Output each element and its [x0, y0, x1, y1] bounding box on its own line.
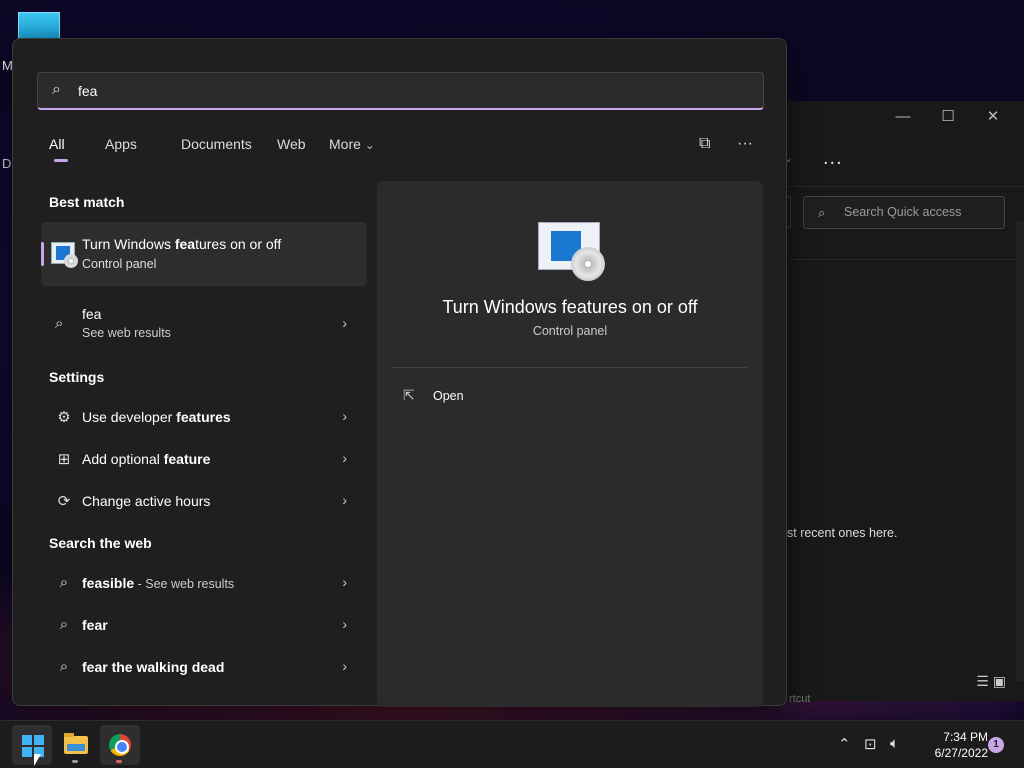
clock[interactable]: 7:34 PM 6/27/2022	[912, 729, 988, 761]
control-panel-icon	[51, 242, 78, 268]
tab-documents[interactable]: Documents	[181, 136, 252, 152]
clock-date: 6/27/2022	[934, 746, 988, 760]
start-button[interactable]	[12, 725, 52, 765]
open-label: Open	[433, 389, 464, 403]
settings-heading: Settings	[49, 369, 105, 385]
see-more-button[interactable]: ...	[823, 147, 843, 170]
developer-icon: ⚙	[57, 409, 71, 426]
running-indicator	[116, 760, 122, 763]
desktop-icon[interactable]	[18, 12, 60, 40]
chevron-right-icon: ›	[342, 315, 347, 331]
chrome-taskbar-button[interactable]	[100, 725, 140, 765]
mouse-cursor-icon	[34, 754, 41, 766]
search-placeholder: Search Quick access	[844, 205, 962, 219]
search-icon: ⌕	[55, 315, 64, 332]
refresh-icon: ⟳	[57, 493, 71, 510]
clock-time: 7:34 PM	[943, 730, 988, 744]
search-web-heading: Search the web	[49, 535, 152, 551]
chevron-up-icon[interactable]: ⌃	[838, 735, 851, 753]
notification-badge[interactable]: 1	[988, 737, 1004, 753]
active-tab-indicator	[54, 159, 68, 162]
setting-item-developer-features[interactable]: ⚙ Use developer features ›	[41, 396, 367, 438]
preview-pane: Turn Windows features on or off Control …	[377, 181, 763, 707]
chevron-right-icon: ›	[342, 574, 347, 590]
chevron-right-icon: ›	[342, 450, 347, 466]
setting-label: Add optional feature	[82, 451, 211, 467]
folder-icon	[64, 733, 88, 754]
preview-subtitle: Control panel	[532, 324, 608, 338]
web-suggestion-fear-the-walking-dead[interactable]: ⌕ fear the walking dead ›	[41, 646, 367, 688]
volume-icon[interactable]: 🔈︎	[890, 735, 899, 752]
selection-indicator	[41, 242, 44, 266]
chevron-right-icon: ›	[342, 408, 347, 424]
best-match-title: Turn Windows features on or off	[82, 236, 282, 252]
setting-label: Use developer features	[82, 409, 231, 425]
search-panel: ⌕ All Apps Documents Web More ⌄ ⧉ ··· Be…	[12, 38, 787, 707]
taskbar: ⌃ ⊡ 🔈︎ 7:34 PM 6/27/2022 1	[0, 720, 1024, 768]
search-box[interactable]: ⌕	[37, 72, 764, 110]
best-match-result[interactable]: Turn Windows features on or off Control …	[41, 222, 367, 286]
chevron-right-icon: ›	[342, 658, 347, 674]
view-toggle-icons[interactable]: ☰▣	[976, 673, 1010, 690]
setting-item-active-hours[interactable]: ⟳ Change active hours ›	[41, 480, 367, 522]
suggestion-label: fear the walking dead	[82, 659, 225, 675]
search-icon: ⌕	[818, 205, 826, 220]
file-explorer-taskbar-button[interactable]	[56, 725, 96, 765]
suggestion-label: feasible - See web results	[82, 575, 235, 591]
share-icon[interactable]: ⧉	[699, 135, 710, 153]
control-panel-large-icon	[538, 222, 605, 281]
divider	[393, 367, 747, 368]
maximize-button[interactable]: ☐	[938, 107, 958, 127]
tab-more-label: More	[329, 136, 361, 152]
tab-apps[interactable]: Apps	[105, 136, 137, 152]
chevron-right-icon: ›	[342, 492, 347, 508]
shortcut-label: rtcut	[789, 693, 811, 705]
search-icon: ⌕	[59, 574, 69, 591]
web-suggestion-feasible[interactable]: ⌕ feasible - See web results ›	[41, 562, 367, 604]
close-button[interactable]: ✕	[983, 107, 1003, 127]
chrome-icon	[109, 734, 131, 756]
quick-access-search-input[interactable]: ⌕ Search Quick access	[803, 196, 1005, 229]
web-result-title: fea	[82, 306, 102, 322]
tab-more[interactable]: More ⌄	[329, 136, 375, 152]
minimize-button[interactable]: —	[893, 107, 913, 127]
running-indicator	[72, 760, 78, 763]
web-suggestion-fear[interactable]: ⌕ fear ›	[41, 604, 367, 646]
best-match-heading: Best match	[49, 194, 125, 210]
open-external-icon: ⇱	[403, 387, 415, 403]
tab-web[interactable]: Web	[277, 136, 306, 152]
search-icon: ⌕	[52, 81, 61, 98]
suggestion-label: fear	[82, 617, 108, 633]
preview-title: Turn Windows features on or off	[442, 297, 698, 317]
setting-item-optional-feature[interactable]: ⊞ Add optional feature ›	[41, 438, 367, 480]
search-icon: ⌕	[59, 616, 69, 633]
best-match-subtitle: Control panel	[82, 257, 157, 271]
divider	[789, 259, 1024, 260]
add-icon: ⊞	[57, 451, 71, 468]
web-result-fea[interactable]: ⌕ fea See web results ›	[41, 301, 367, 345]
recent-files-message: st recent ones here.	[787, 526, 898, 540]
web-result-subtitle: See web results	[82, 326, 171, 340]
options-icon[interactable]: ···	[737, 135, 753, 153]
explorer-scroll-strip	[1016, 221, 1024, 681]
tab-all[interactable]: All	[49, 136, 65, 152]
chevron-down-icon: ⌄	[364, 138, 375, 152]
network-icon[interactable]: ⊡	[864, 735, 877, 753]
chevron-right-icon: ›	[342, 616, 347, 632]
setting-label: Change active hours	[82, 493, 211, 509]
search-input[interactable]	[78, 79, 678, 103]
search-icon: ⌕	[59, 658, 69, 675]
